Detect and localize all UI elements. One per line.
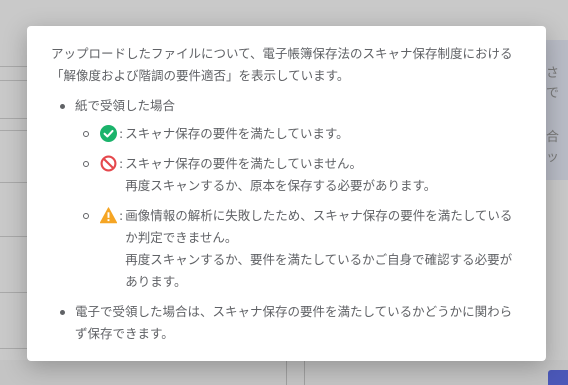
status-item: : 画像情報の解析に失敗したため、スキャナ保存の要件を満たしているか判定できませ… xyxy=(75,205,524,293)
paper-heading: 紙で受領した場合 xyxy=(75,98,176,113)
divider xyxy=(0,182,30,183)
dialog-intro-text: アップロードしたファイルについて、電子帳簿保存法のスキャナ保存制度における「解像… xyxy=(51,46,513,83)
colon: : xyxy=(119,156,124,171)
status-item: : スキャナ保存の要件を満たしていません。 再度スキャンするか、原本を保存する必… xyxy=(75,153,524,197)
check-circle-icon xyxy=(100,125,117,142)
status-text: スキャナ保存の要件を満たしていません。 xyxy=(125,156,362,171)
colon: : xyxy=(119,208,124,223)
status-text: 画像情報の解析に失敗したため、スキャナ保存の要件を満たしているか判定できません。 xyxy=(125,208,513,245)
status-text: 再度スキャンするか、要件を満たしているかご自身で確認する必要があります。 xyxy=(125,252,513,289)
background-footer xyxy=(0,360,568,385)
divider xyxy=(0,292,30,293)
warning-icon xyxy=(100,207,117,224)
status-text: スキャナ保存の要件を満たしています。 xyxy=(125,126,349,141)
list-item-electronic: 電子で受領した場合は、スキャナ保存の要件を満たしているかどうかに関わらず保存でき… xyxy=(51,301,524,345)
divider xyxy=(0,80,30,81)
electronic-text: 電子で受領した場合は、スキャナ保存の要件を満たしているかどうかに関わらず保存でき… xyxy=(75,304,513,341)
list-item-paper: 紙で受領した場合 : スキャナ保存の要件を満たしています。: スキャナ保存の要… xyxy=(51,95,524,293)
divider xyxy=(0,348,30,349)
divider xyxy=(0,236,30,237)
help-dialog: アップロードしたファイルについて、電子帳簿保存法のスキャナ保存制度における「解像… xyxy=(27,26,546,361)
divider xyxy=(0,130,30,131)
status-list: : スキャナ保存の要件を満たしています。 : スキャナ保存の要件を満たしていませ… xyxy=(75,123,524,293)
background-button xyxy=(548,370,568,385)
status-item: : スキャナ保存の要件を満たしています。 xyxy=(75,123,524,145)
status-text: 再度スキャンするか、原本を保存する必要があります。 xyxy=(125,178,437,193)
colon: : xyxy=(119,126,124,141)
prohibited-icon xyxy=(100,155,117,172)
divider xyxy=(304,360,305,385)
receipt-type-list: 紙で受領した場合 : スキャナ保存の要件を満たしています。: スキャナ保存の要… xyxy=(51,95,524,345)
divider xyxy=(0,66,30,67)
divider xyxy=(0,118,30,119)
divider xyxy=(286,360,287,385)
